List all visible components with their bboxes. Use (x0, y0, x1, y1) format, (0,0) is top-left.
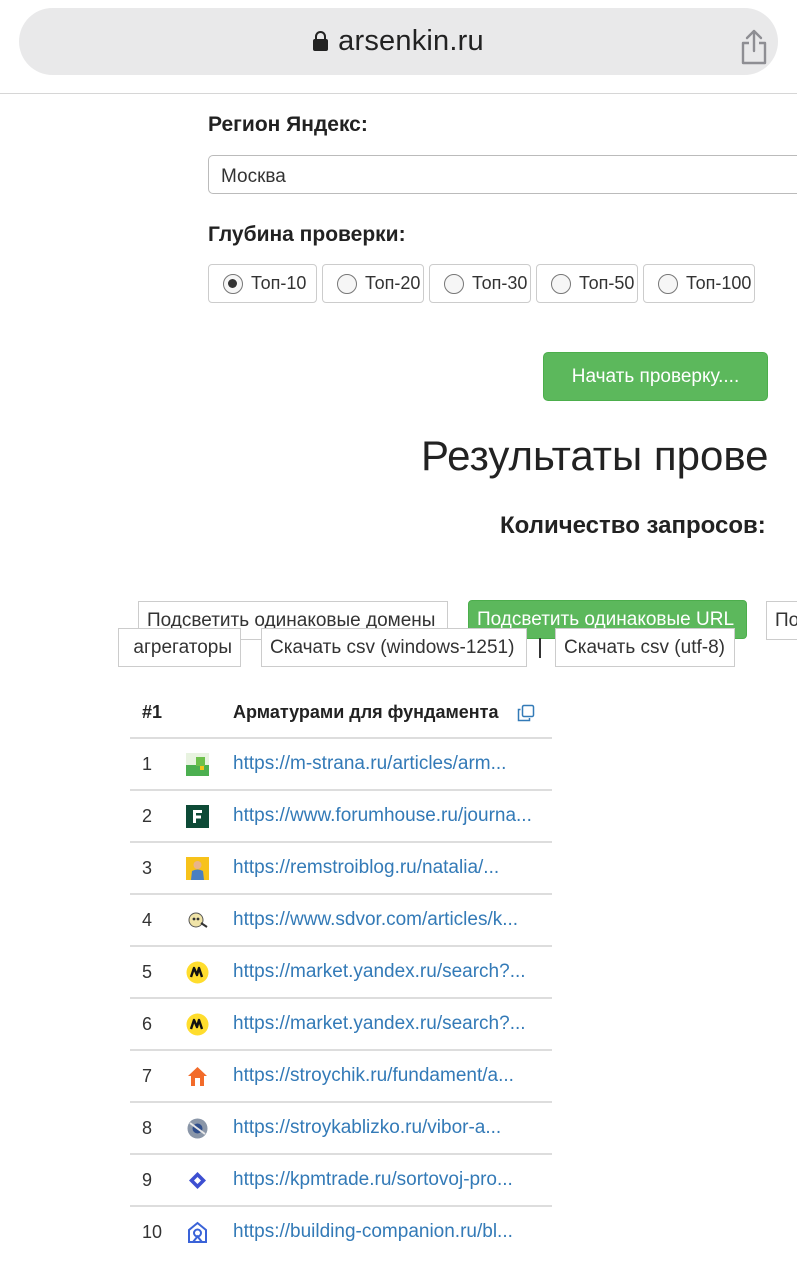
row-number: 5 (142, 962, 153, 982)
results-table: #1 Арматурами для фундамента 1 https://m… (130, 690, 552, 1257)
table-row: 2 https://www.forumhouse.ru/journa... (130, 791, 552, 843)
lock-icon (313, 30, 329, 51)
table-row: 5 https://market.yandex.ru/search?... (130, 947, 552, 999)
row-number: 7 (142, 1066, 153, 1086)
stroykablizko-icon (187, 1118, 208, 1139)
row-number: 2 (142, 806, 153, 826)
share-icon[interactable] (739, 29, 769, 65)
radio-unchecked-icon (444, 273, 464, 294)
table-row: 7 https://stroychik.ru/fundament/a... (130, 1051, 552, 1103)
row-number: 10 (142, 1222, 163, 1242)
aggregators-button[interactable]: агрегаторы (118, 628, 241, 667)
result-link[interactable]: https://kpmtrade.ru/sortovoj-pro... (233, 1169, 513, 1191)
radio-label: Топ-100 (686, 273, 752, 293)
radio-label: Топ-20 (365, 273, 421, 293)
remstroiblog-icon (186, 857, 209, 880)
header-divider (0, 93, 797, 94)
table-row: 9 https://kpmtrade.ru/sortovoj-pro... (130, 1155, 552, 1207)
result-link[interactable]: https://market.yandex.ru/search?... (233, 1013, 526, 1035)
radio-label: Топ-30 (472, 273, 528, 293)
results-title: Результаты прове (421, 432, 769, 479)
row-number: 3 (142, 858, 153, 878)
row-number: 1 (142, 754, 153, 774)
stroychik-icon (188, 1067, 207, 1086)
row-number: 4 (142, 910, 153, 930)
download-csv-windows-button[interactable]: Скачать csv (windows-1251) (261, 628, 527, 667)
m-strana-icon (186, 753, 209, 776)
depth-label: Глубина проверки: (208, 223, 406, 246)
header-query: Арматурами для фундамента (233, 702, 499, 722)
start-check-button[interactable]: Начать проверку.... (543, 352, 768, 401)
kpmtrade-icon (189, 1172, 206, 1189)
address-host-text: arsenkin.ru (338, 25, 484, 57)
radio-top-30[interactable]: Топ-30 (429, 264, 531, 303)
radio-top-100[interactable]: Топ-100 (643, 264, 755, 303)
result-link[interactable]: https://market.yandex.ru/search?... (233, 961, 526, 983)
address-bar[interactable]: arsenkin.ru (19, 8, 778, 75)
radio-label: Топ-50 (579, 273, 635, 293)
result-link[interactable]: https://stroykablizko.ru/vibor-a... (233, 1117, 501, 1139)
forumhouse-icon (186, 805, 209, 828)
address-host: arsenkin.ru (19, 8, 778, 75)
result-link[interactable]: https://building-companion.ru/bl... (233, 1221, 513, 1243)
radio-top-20[interactable]: Топ-20 (322, 264, 424, 303)
result-link[interactable]: https://www.forumhouse.ru/journa... (233, 805, 532, 827)
result-link[interactable]: https://m-strana.ru/articles/arm... (233, 753, 506, 775)
result-link[interactable]: https://www.sdvor.com/articles/k... (233, 909, 518, 931)
table-row: 10 https://building-companion.ru/bl... (130, 1207, 552, 1257)
toolbar-separator (539, 638, 541, 658)
radio-top-50[interactable]: Топ-50 (536, 264, 638, 303)
table-header: #1 Арматурами для фундамента (130, 690, 552, 739)
download-csv-utf8-button[interactable]: Скачать csv (utf-8) (555, 628, 735, 667)
row-number: 8 (142, 1118, 153, 1138)
sdvor-icon (188, 912, 208, 928)
more-tools-button[interactable]: По (766, 601, 797, 640)
yandex-market-icon (186, 961, 209, 984)
header-num: #1 (142, 702, 163, 722)
result-link[interactable]: https://remstroiblog.ru/natalia/... (233, 857, 499, 879)
radio-unchecked-icon (658, 273, 678, 294)
radio-unchecked-icon (337, 273, 357, 294)
radio-checked-icon (223, 273, 243, 294)
table-row: 1 https://m-strana.ru/articles/arm... (130, 739, 552, 791)
result-link[interactable]: https://stroychik.ru/fundament/a... (233, 1065, 514, 1087)
region-label: Регион Яндекс: (208, 113, 368, 136)
radio-label: Топ-10 (251, 273, 307, 293)
table-row: 8 https://stroykablizko.ru/vibor-a... (130, 1103, 552, 1155)
radio-unchecked-icon (551, 273, 571, 294)
radio-top-10[interactable]: Топ-10 (208, 264, 317, 303)
row-number: 6 (142, 1014, 153, 1034)
row-number: 9 (142, 1170, 153, 1190)
region-select-value: Москва (221, 166, 286, 187)
region-select[interactable]: Москва (208, 155, 797, 194)
yandex-market-icon (186, 1013, 209, 1036)
table-row: 3 https://remstroiblog.ru/natalia/... (130, 843, 552, 895)
query-count-label: Количество запросов: (500, 512, 766, 539)
table-row: 4 https://www.sdvor.com/articles/k... (130, 895, 552, 947)
copy-icon[interactable] (517, 704, 535, 722)
table-row: 6 https://market.yandex.ru/search?... (130, 999, 552, 1051)
building-companion-icon (188, 1221, 207, 1243)
